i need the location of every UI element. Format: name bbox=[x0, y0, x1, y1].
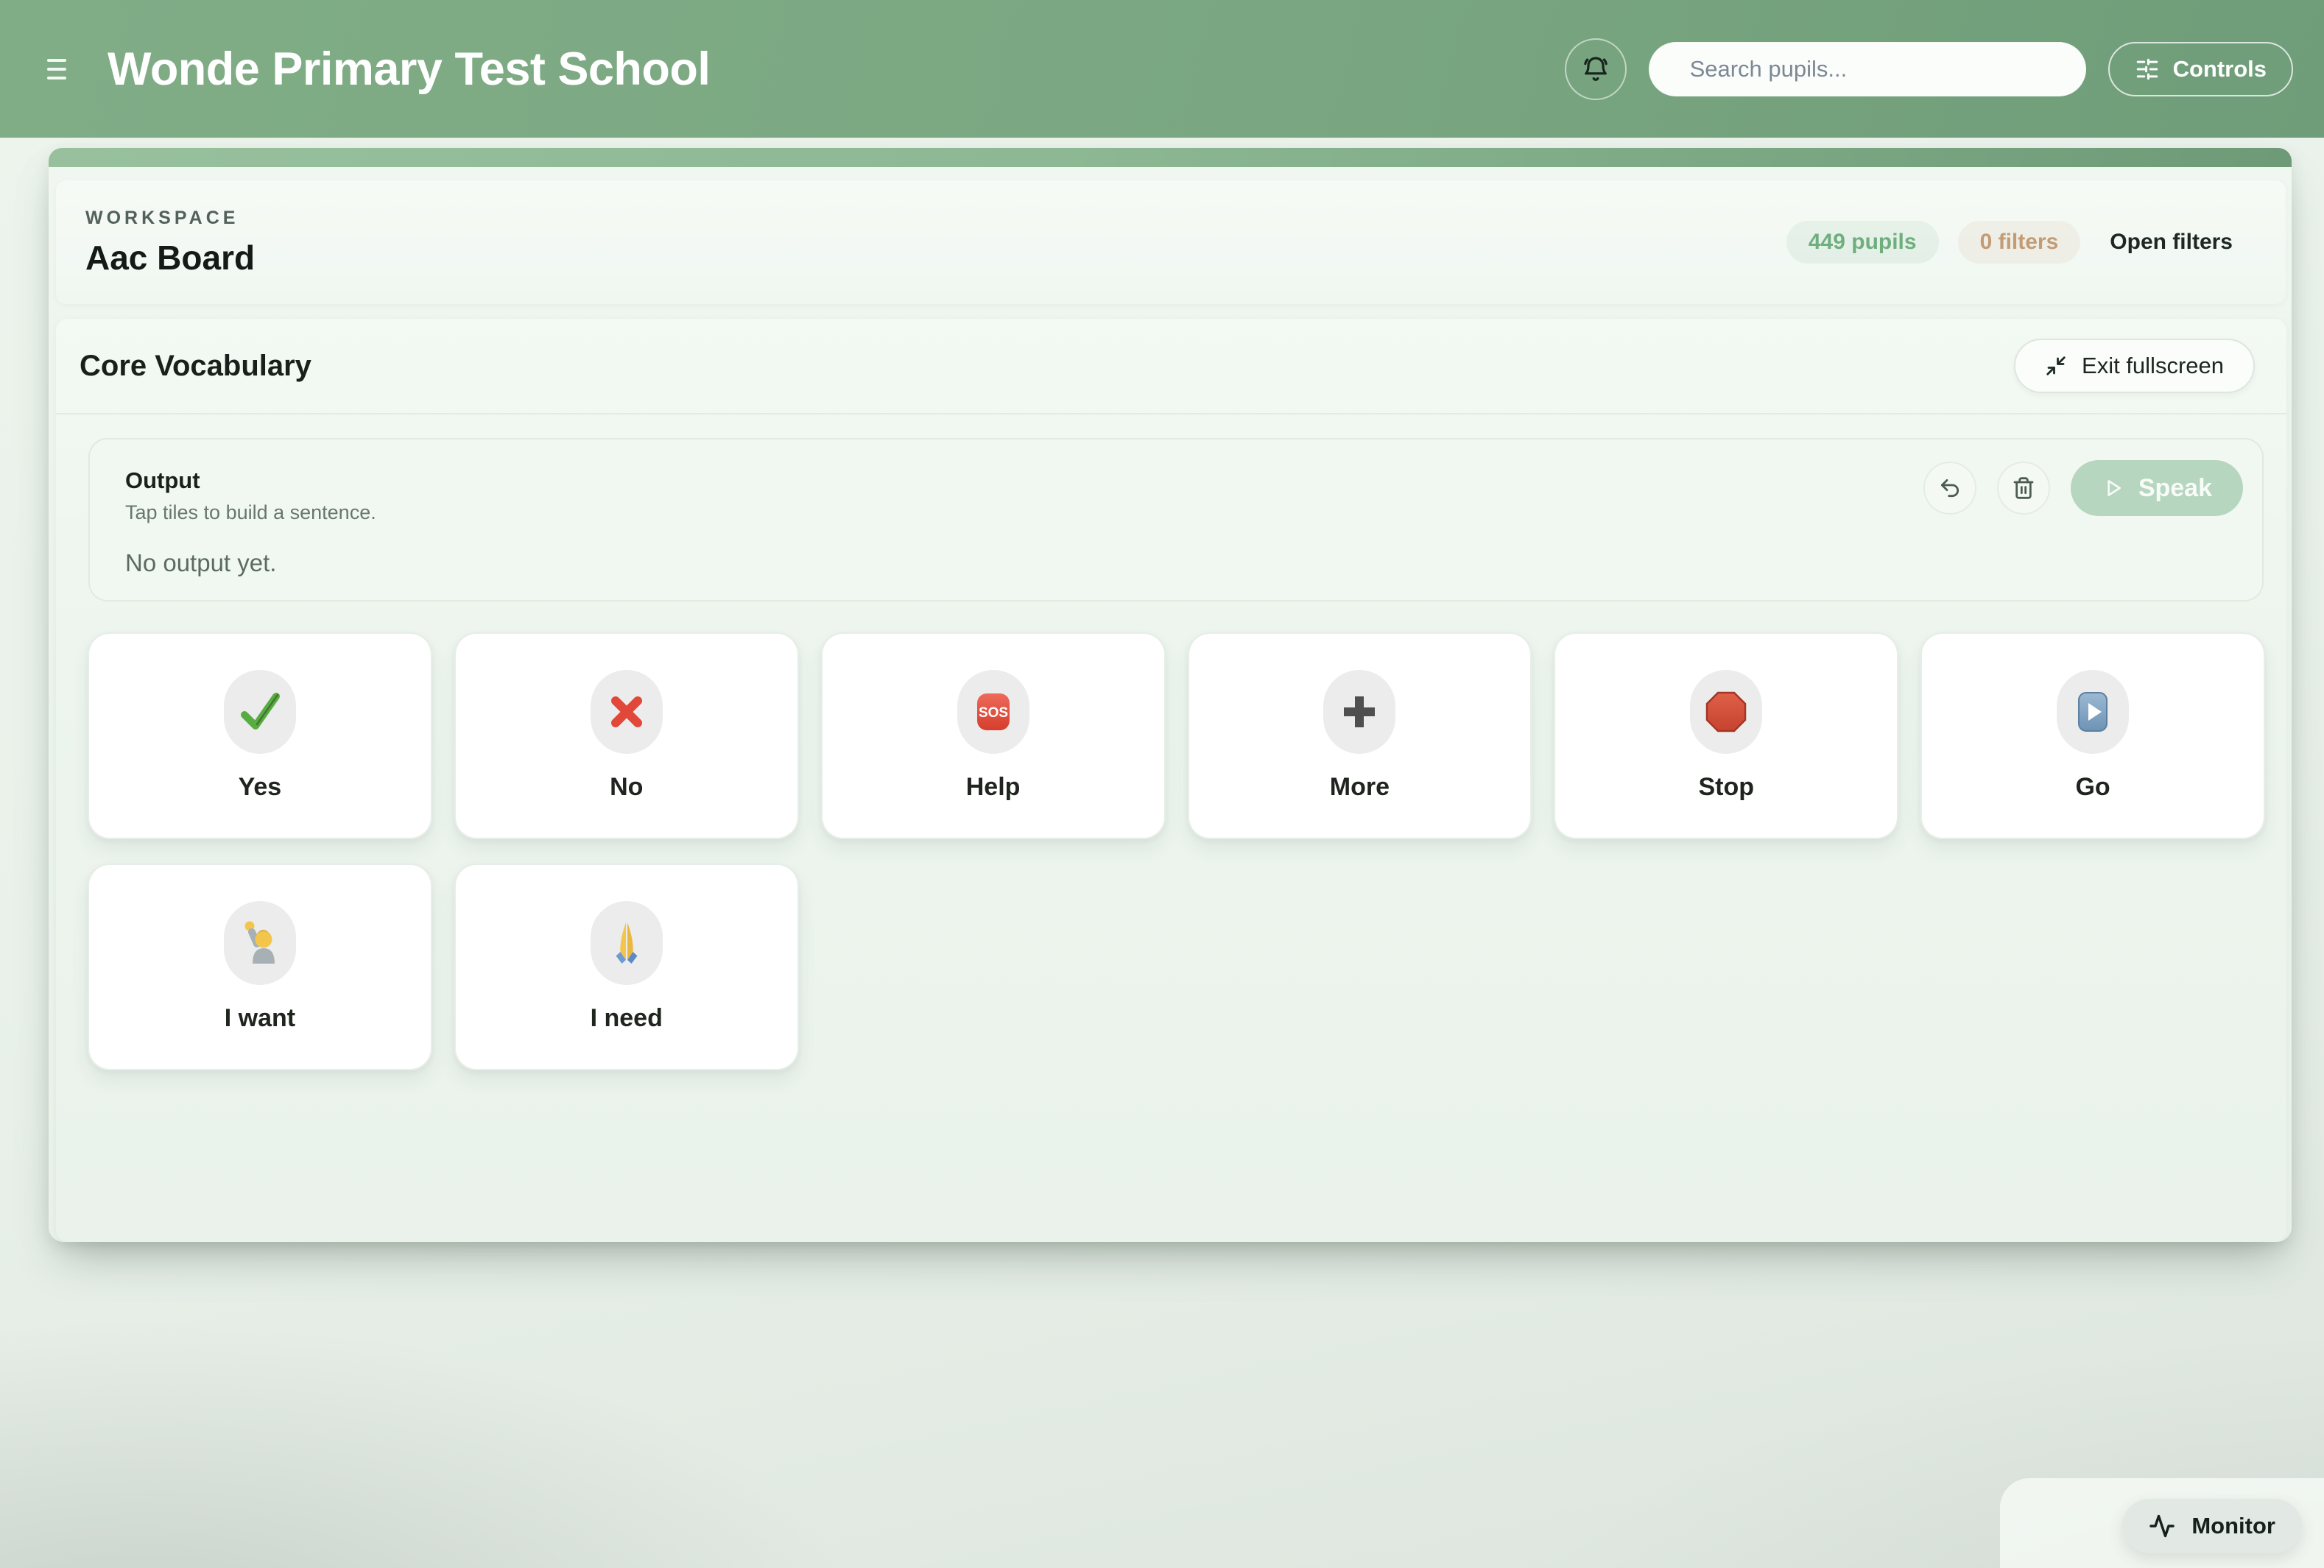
tile-stop[interactable]: Stop bbox=[1554, 632, 1898, 839]
accent-strip bbox=[49, 148, 2292, 167]
monitor-label: Monitor bbox=[2191, 1513, 2275, 1539]
folded-hands-emoji bbox=[591, 901, 663, 985]
core-vocabulary-panel: Core Vocabulary Exit fullscreen Output T… bbox=[56, 319, 2286, 1242]
undo-button[interactable] bbox=[1923, 462, 1976, 515]
core-panel-header: Core Vocabulary Exit fullscreen bbox=[56, 319, 2286, 414]
activity-pulse-icon bbox=[2149, 1513, 2175, 1539]
output-actions: Speak bbox=[1923, 460, 2243, 516]
tile-label: No bbox=[610, 773, 643, 802]
stop-sign-emoji bbox=[1690, 670, 1762, 754]
tile-label: Stop bbox=[1698, 773, 1754, 802]
tile-label: More bbox=[1330, 773, 1390, 802]
cross-emoji bbox=[591, 670, 663, 754]
output-box: Output Tap tiles to build a sentence. No… bbox=[88, 438, 2264, 601]
sliders-icon bbox=[2135, 57, 2160, 82]
minimize-icon bbox=[2045, 355, 2067, 377]
controls-button[interactable]: Controls bbox=[2108, 42, 2293, 96]
search-input[interactable] bbox=[1649, 42, 2086, 96]
tile-grid: Yes No SOS Help More Sto bbox=[88, 632, 2265, 1070]
play-button-emoji bbox=[2057, 670, 2129, 754]
tile-go[interactable]: Go bbox=[1920, 632, 2265, 839]
workspace-heading: WORKSPACE Aac Board bbox=[85, 208, 255, 278]
person-raising-hand-emoji bbox=[224, 901, 296, 985]
notifications-button[interactable] bbox=[1565, 38, 1627, 100]
monitor-button[interactable]: Monitor bbox=[2122, 1499, 2302, 1553]
workspace-meta: 449 pupils 0 filters Open filters bbox=[1786, 221, 2243, 264]
plus-emoji bbox=[1323, 670, 1395, 754]
tile-no[interactable]: No bbox=[454, 632, 799, 839]
bell-ring-icon bbox=[1581, 54, 1610, 84]
tile-label: I need bbox=[591, 1004, 663, 1033]
pupils-count-badge: 449 pupils bbox=[1786, 221, 1939, 264]
controls-label: Controls bbox=[2173, 56, 2267, 82]
topbar-actions: Controls bbox=[1565, 38, 2293, 100]
speak-label: Speak bbox=[2138, 474, 2212, 503]
tile-i-need[interactable]: I need bbox=[454, 864, 799, 1070]
top-bar: Wonde Primary Test School bbox=[0, 0, 2324, 138]
workspace-stage: WORKSPACE Aac Board 449 pupils 0 filters… bbox=[49, 148, 2292, 1242]
tile-label: I want bbox=[225, 1004, 295, 1033]
trash-icon bbox=[2012, 476, 2035, 500]
clear-output-button[interactable] bbox=[1997, 462, 2050, 515]
output-empty-text: No output yet. bbox=[125, 549, 2262, 577]
school-title: Wonde Primary Test School bbox=[108, 43, 710, 96]
hamburger-menu-icon[interactable] bbox=[47, 59, 72, 80]
tile-help[interactable]: SOS Help bbox=[821, 632, 1166, 839]
exit-fullscreen-label: Exit fullscreen bbox=[2082, 353, 2224, 379]
board-title: Core Vocabulary bbox=[80, 350, 311, 383]
play-icon bbox=[2102, 477, 2124, 499]
tile-i-want[interactable]: I want bbox=[88, 864, 432, 1070]
tile-label: Yes bbox=[239, 773, 282, 802]
undo-icon bbox=[1938, 476, 1962, 500]
speak-button[interactable]: Speak bbox=[2071, 460, 2243, 516]
tile-label: Help bbox=[966, 773, 1021, 802]
workspace-eyebrow: WORKSPACE bbox=[85, 208, 255, 229]
svg-text:SOS: SOS bbox=[979, 705, 1008, 721]
tile-label: Go bbox=[2075, 773, 2110, 802]
tile-more[interactable]: More bbox=[1188, 632, 1532, 839]
exit-fullscreen-button[interactable]: Exit fullscreen bbox=[2014, 339, 2255, 393]
workspace-header-card: WORKSPACE Aac Board 449 pupils 0 filters… bbox=[56, 180, 2286, 304]
sos-emoji: SOS bbox=[957, 670, 1029, 754]
check-emoji bbox=[224, 670, 296, 754]
tile-yes[interactable]: Yes bbox=[88, 632, 432, 839]
open-filters-button[interactable]: Open filters bbox=[2099, 230, 2243, 255]
workspace-title: Aac Board bbox=[85, 238, 255, 278]
filters-count-badge: 0 filters bbox=[1958, 221, 2081, 264]
